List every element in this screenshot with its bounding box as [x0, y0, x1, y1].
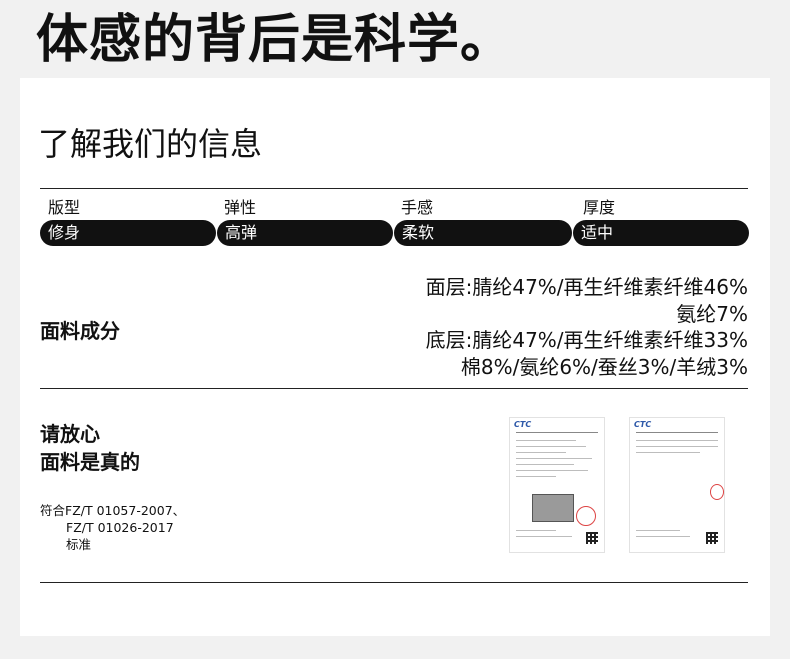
standard-text: 符合FZ/T 01057-2007、 FZ/T 01026-2017 标准: [40, 502, 185, 553]
info-card: 了解我们的信息 版型 弹性 手感 厚度 修身 高弹 柔软 适中 面料成分 面层:…: [20, 78, 770, 636]
fabric-sample-image: [532, 494, 574, 522]
qr-code-icon: [586, 532, 598, 544]
headline: 体感的背后是科学。: [36, 10, 514, 70]
standard-line-3: 标准: [66, 537, 92, 552]
composition-line: 底层:腈纶47%/再生纤维素纤维33%: [425, 328, 748, 352]
test-report-document: CTC: [510, 418, 604, 552]
attr-label-fit: 版型: [48, 198, 81, 217]
red-seal-stamp: [576, 506, 596, 526]
fabric-label: 面料成分: [40, 319, 120, 343]
red-seal-stamp: [710, 484, 724, 500]
test-report-document: CTC: [630, 418, 724, 552]
assurance-line-2: 面料是真的: [40, 450, 140, 474]
cnas-logo-icon: CTC: [634, 420, 652, 429]
composition-line: 面层:腈纶47%/再生纤维素纤维46%: [425, 275, 748, 299]
composition-line: 棉8%/氨纶6%/蚕丝3%/羊绒3%: [460, 354, 748, 379]
attr-value-thickness: 适中: [573, 220, 749, 246]
attr-value-elasticity: 高弹: [217, 220, 393, 246]
attr-value-fit: 修身: [40, 220, 216, 246]
attr-value-handfeel: 柔软: [394, 220, 572, 246]
assurance-heading: 请放心 面料是真的: [40, 420, 140, 476]
standard-line-2: FZ/T 01026-2017: [66, 520, 174, 535]
bottom-divider: [40, 582, 748, 583]
standard-line-1: 符合FZ/T 01057-2007、: [40, 503, 186, 518]
composition-line: 氨纶7%: [676, 301, 748, 326]
cnas-logo-icon: CTC: [514, 420, 532, 429]
top-divider: [40, 188, 748, 189]
section-title: 了解我们的信息: [38, 125, 263, 163]
attr-label-elasticity: 弹性: [224, 198, 257, 217]
qr-code-icon: [706, 532, 718, 544]
attr-label-handfeel: 手感: [401, 198, 434, 217]
attr-label-thickness: 厚度: [583, 198, 616, 217]
middle-divider: [40, 388, 748, 389]
fabric-composition: 面层:腈纶47%/再生纤维素纤维46% 氨纶7% 底层:腈纶47%/再生纤维素纤…: [328, 274, 748, 380]
assurance-line-1: 请放心: [40, 422, 100, 446]
